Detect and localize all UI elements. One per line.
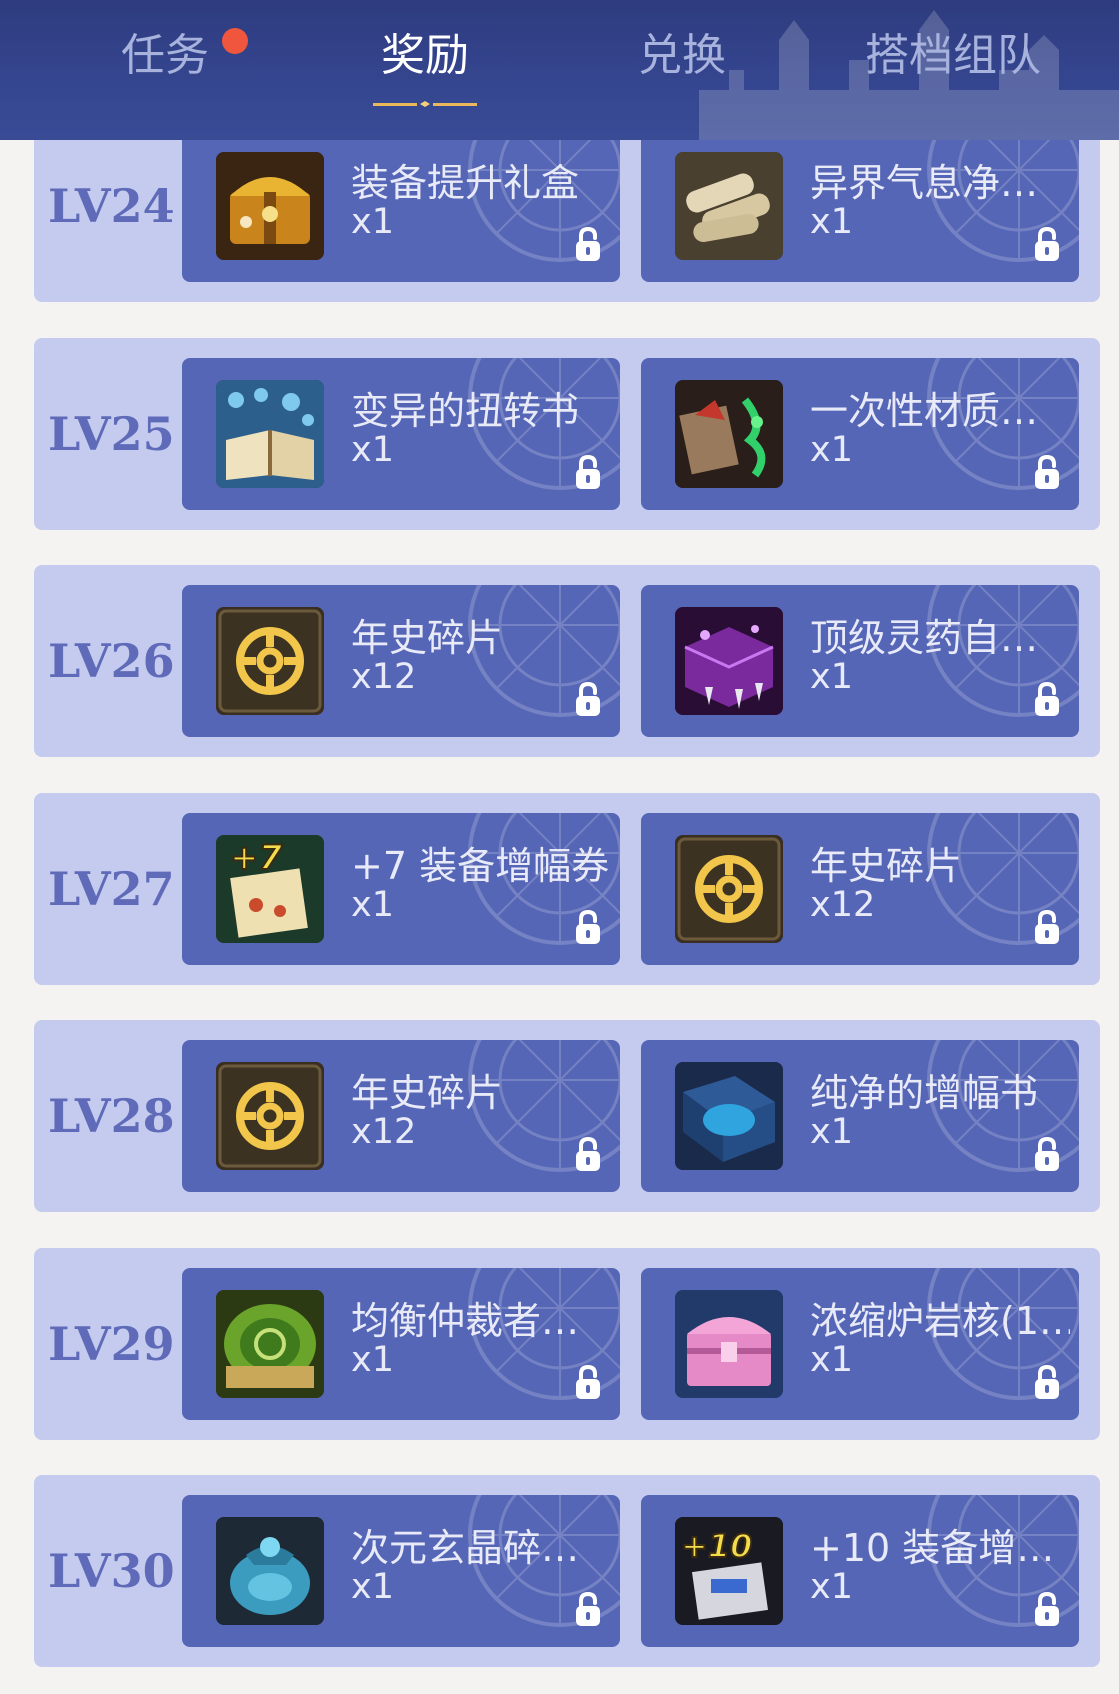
item-name: 年史碎片: [351, 1071, 504, 1115]
lock-icon: [574, 1591, 602, 1627]
tab-tasks[interactable]: 任务: [95, 26, 235, 86]
item-name: 均衡仲裁者…: [351, 1298, 580, 1343]
item-quantity: x1: [810, 1112, 853, 1152]
lock-icon: [574, 1364, 602, 1400]
item-name: 年史碎片: [810, 843, 963, 888]
item-quantity: x1: [351, 884, 394, 925]
material-box-icon[interactable]: [675, 379, 783, 488]
open-book-icon[interactable]: [216, 379, 324, 488]
reward-card[interactable]: 顶级灵药自… x1: [641, 585, 1079, 737]
reward-card[interactable]: 均衡仲裁者… x1: [182, 1267, 620, 1420]
crystal-pouch-icon[interactable]: [216, 1517, 324, 1625]
reward-card[interactable]: 浓缩炉岩核(1… x1: [641, 1267, 1079, 1420]
reward-card[interactable]: 一次性材质… x1: [641, 357, 1079, 510]
lock-icon: [1033, 909, 1061, 945]
reward-card[interactable]: +7 装备增幅券 x1: [182, 812, 620, 965]
item-name: +10 装备增…: [810, 1526, 1055, 1570]
reward-row: LV25 变异的扭转书 x1 一次性材质… x1: [34, 337, 1100, 530]
item-quantity: x12: [351, 1112, 417, 1152]
item-quantity: x12: [351, 657, 417, 697]
item-name: 异界气息净…: [810, 161, 1039, 205]
tab-rewards[interactable]: 奖励: [355, 26, 495, 86]
lock-icon: [1033, 1591, 1061, 1627]
item-quantity: x1: [810, 657, 853, 697]
item-name: 年史碎片: [351, 616, 504, 660]
item-name: 次元玄晶碎…: [351, 1526, 580, 1570]
reward-card[interactable]: 装备提升礼盒 x1: [182, 130, 620, 282]
active-tab-underline: [373, 101, 477, 107]
item-name: 顶级灵药自…: [810, 616, 1039, 660]
item-quantity: x1: [351, 1567, 394, 1607]
lock-icon: [574, 681, 602, 717]
lock-icon: [1033, 1364, 1061, 1400]
lock-icon: [1033, 681, 1061, 717]
item-name: 装备提升礼盒: [351, 161, 580, 205]
chronicle-fragment-icon[interactable]: [216, 607, 324, 715]
item-quantity: x1: [810, 1567, 853, 1607]
item-quantity: x1: [351, 202, 394, 242]
reward-row: LV28 年史碎片 x12 纯净的增幅书 x1: [34, 1020, 1100, 1212]
lock-icon: [1033, 226, 1061, 262]
item-quantity: x1: [351, 429, 394, 470]
item-name: 纯净的增幅书: [810, 1071, 1039, 1115]
chronicle-fragment-icon[interactable]: [675, 834, 783, 943]
item-quantity: x12: [810, 884, 876, 925]
tab-exchange[interactable]: 兑换: [612, 26, 752, 86]
item-name: +7 装备增幅券: [351, 843, 610, 888]
reward-row: LV30 次元玄晶碎… x1 +10 装备增… x1: [34, 1475, 1100, 1667]
pink-chest-icon[interactable]: [675, 1289, 783, 1398]
item-name: 一次性材质…: [810, 388, 1039, 433]
reward-card[interactable]: 异界气息净… x1: [641, 130, 1079, 282]
lock-icon: [574, 454, 602, 490]
item-name: 浓缩炉岩核(1…: [810, 1298, 1070, 1343]
lock-icon: [574, 1136, 602, 1172]
lock-icon: [1033, 454, 1061, 490]
golden-chest-icon[interactable]: [216, 152, 324, 260]
tab-bar: 任务 奖励 兑换 搭档组队: [0, 0, 1119, 140]
item-quantity: x1: [351, 1339, 394, 1380]
elixir-crate-icon[interactable]: [675, 607, 783, 715]
reward-card[interactable]: 变异的扭转书 x1: [182, 357, 620, 510]
reward-card[interactable]: 年史碎片 x12: [182, 1040, 620, 1192]
lock-icon: [574, 226, 602, 262]
chronicle-fragment-icon[interactable]: [216, 1062, 324, 1170]
scroll-bundle-icon[interactable]: [675, 152, 783, 260]
reward-card[interactable]: 次元玄晶碎… x1: [182, 1495, 620, 1647]
lock-icon: [1033, 1136, 1061, 1172]
green-emblem-icon[interactable]: [216, 1289, 324, 1398]
reward-row: LV29 均衡仲裁者… x1 浓缩炉岩核(1… x1: [34, 1247, 1100, 1440]
lock-icon: [574, 909, 602, 945]
reward-card[interactable]: 纯净的增幅书 x1: [641, 1040, 1079, 1192]
amplify-ticket-plus10-icon[interactable]: [675, 1517, 783, 1625]
reward-row: LV26 年史碎片 x12 顶级灵药自… x1: [34, 565, 1100, 757]
reward-row: LV27 +7 装备增幅券 x1 年史碎片 x12: [34, 792, 1100, 985]
tab-partner-team[interactable]: 搭档组队: [848, 26, 1058, 86]
reward-card[interactable]: 年史碎片 x12: [641, 812, 1079, 965]
reward-card[interactable]: +10 装备增… x1: [641, 1495, 1079, 1647]
item-name: 变异的扭转书: [351, 388, 580, 433]
notification-dot: [222, 28, 248, 54]
amplify-ticket-plus7-icon[interactable]: [216, 834, 324, 943]
item-quantity: x1: [810, 1339, 853, 1380]
reward-card[interactable]: 年史碎片 x12: [182, 585, 620, 737]
blue-tome-icon[interactable]: [675, 1062, 783, 1170]
item-quantity: x1: [810, 202, 853, 242]
item-quantity: x1: [810, 429, 853, 470]
